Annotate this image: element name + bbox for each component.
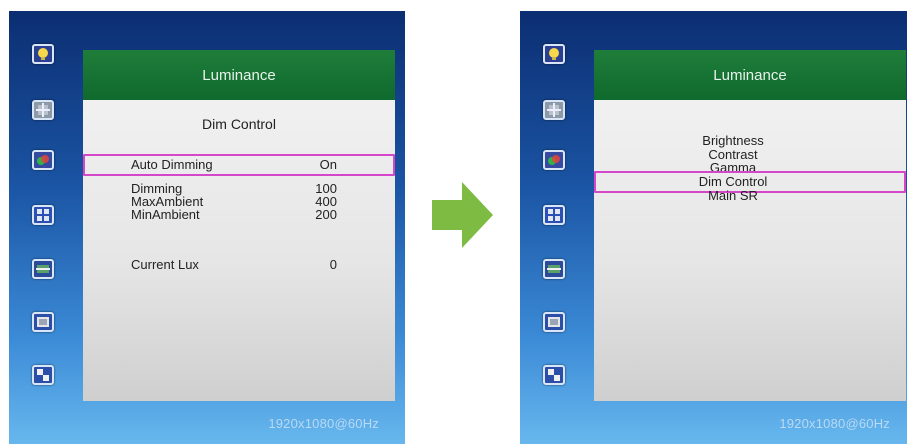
setting-row-auto-dimming[interactable]: Auto Dimming On: [131, 158, 337, 172]
osd-icon[interactable]: [32, 312, 54, 332]
osd-panel: Luminance Brightness Contrast Gamma Dim …: [594, 50, 906, 401]
menu-item-brightness[interactable]: Brightness: [594, 134, 872, 148]
arrow-right-icon: [432, 182, 493, 248]
setup-icon[interactable]: [32, 365, 54, 385]
luminance-icon[interactable]: [32, 44, 54, 64]
color-icon[interactable]: [32, 150, 54, 170]
position-icon[interactable]: [32, 100, 54, 120]
osd-icon-column: [520, 11, 594, 444]
setting-label: MinAmbient: [131, 207, 200, 222]
input-icon[interactable]: [543, 259, 565, 279]
image-icon[interactable]: [32, 205, 54, 225]
resolution-status: 1920x1080@60Hz: [268, 416, 379, 431]
setting-value: On: [319, 157, 337, 172]
menu-item-dim-control[interactable]: Dim Control: [594, 175, 872, 189]
luminance-icon[interactable]: [543, 44, 565, 64]
menu-item-main-sr[interactable]: Main SR: [594, 189, 872, 203]
osd-icon-column: [9, 11, 83, 444]
setting-label: Auto Dimming: [131, 157, 213, 172]
panel-header: Luminance: [83, 50, 395, 100]
setting-value: 200: [315, 207, 337, 222]
submenu-title: Dim Control: [202, 116, 276, 132]
osd-panel: Luminance Dim Control Auto Dimming On Di…: [83, 50, 395, 401]
setting-label: Current Lux: [131, 257, 199, 272]
osd-icon[interactable]: [543, 312, 565, 332]
setting-value: 0: [329, 257, 337, 272]
position-icon[interactable]: [543, 100, 565, 120]
osd-window-dim-control: Luminance Dim Control Auto Dimming On Di…: [9, 11, 405, 444]
panel-header: Luminance: [594, 50, 906, 100]
resolution-status: 1920x1080@60Hz: [779, 416, 890, 431]
setting-row-min-ambient[interactable]: MinAmbient 200: [131, 208, 337, 222]
input-icon[interactable]: [32, 259, 54, 279]
setup-icon[interactable]: [543, 365, 565, 385]
image-icon[interactable]: [543, 205, 565, 225]
setting-row-current-lux: Current Lux 0: [131, 258, 337, 272]
osd-window-luminance: Luminance Brightness Contrast Gamma Dim …: [520, 11, 907, 444]
color-icon[interactable]: [543, 150, 565, 170]
